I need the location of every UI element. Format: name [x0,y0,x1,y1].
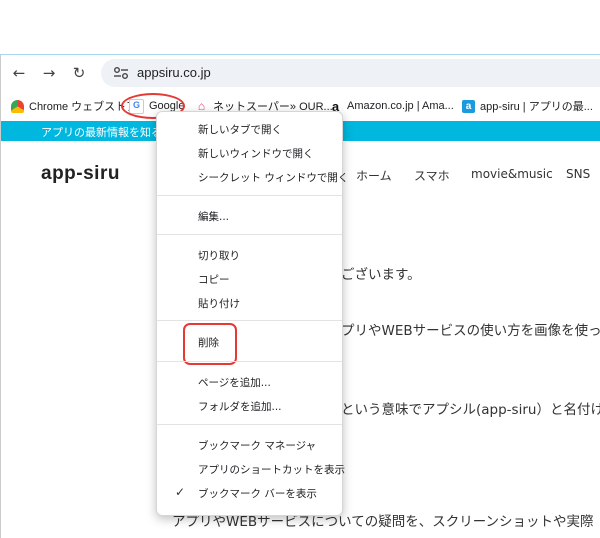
bookmark-amazon[interactable]: a Amazon.co.jp | Ama... [329,98,454,114]
forward-button[interactable]: → [39,63,59,83]
bookmark-context-menu: 新しいタブで開く 新しいウィンドウで開く シークレット ウィンドウで開く 編集.… [156,111,348,516]
article-text: プリやWEBサービスの使い方を画像を使っ [341,323,600,339]
menu-open-new-window[interactable]: 新しいウィンドウで開く [198,145,314,163]
menu-show-app-shortcuts[interactable]: アプリのショートカットを表示 [198,461,345,479]
bookmark-label: app-siru | アプリの最... [480,101,593,113]
browser-toolbar: ← → ↻ appsiru.co.jp [1,55,600,91]
menu-add-folder[interactable]: フォルダを追加... [198,398,282,416]
site-nav-home[interactable]: ホーム [356,167,392,184]
article-text: ございます。 [341,267,421,283]
menu-paste[interactable]: 貼り付け [198,295,240,313]
menu-divider [157,320,342,321]
menu-bookmark-manager[interactable]: ブックマーク マネージャ [198,437,316,455]
menu-add-page[interactable]: ページを追加... [198,374,271,392]
menu-divider [157,361,342,362]
bookmark-app-siru[interactable]: a app-siru | アプリの最... [462,98,593,114]
menu-edit[interactable]: 編集... [198,208,229,226]
menu-divider [157,234,342,235]
app-siru-icon: a [462,99,475,113]
site-nav-smartphone[interactable]: スマホ [414,167,450,184]
site-nav-sns[interactable]: SNS [566,167,590,181]
site-info-icon[interactable] [113,66,129,80]
site-nav-movie-music[interactable]: movie&music [471,167,553,181]
menu-open-incognito[interactable]: シークレット ウィンドウで開く [198,169,348,187]
chrome-webstore-icon [11,99,24,113]
address-bar[interactable]: appsiru.co.jp [101,59,600,87]
menu-copy[interactable]: コピー [198,271,230,289]
article-text: という意味でアプシル(app-siru）と名付け [341,402,600,418]
url-text[interactable]: appsiru.co.jp [137,65,211,80]
menu-cut[interactable]: 切り取り [198,247,240,265]
bookmark-chrome-webstore[interactable]: Chrome ウェブストア [11,98,137,114]
menu-divider [157,195,342,196]
reload-button[interactable]: ↻ [69,63,89,83]
menu-show-bookmarks-bar[interactable]: ブックマーク バーを表示 [198,485,317,503]
site-banner-text[interactable]: アプリの最新情報を知る [41,124,162,140]
site-logo[interactable]: app-siru [41,163,120,185]
menu-divider [157,424,342,425]
bookmark-label: Amazon.co.jp | Ama... [347,100,454,112]
menu-open-new-tab[interactable]: 新しいタブで開く [198,121,282,139]
highlight-box-annotation [183,323,237,365]
browser-window: ← → ↻ appsiru.co.jp Chrome ウェブストア G Goog… [0,54,600,538]
back-button[interactable]: ← [9,63,29,83]
checkmark-icon: ✓ [175,485,186,499]
